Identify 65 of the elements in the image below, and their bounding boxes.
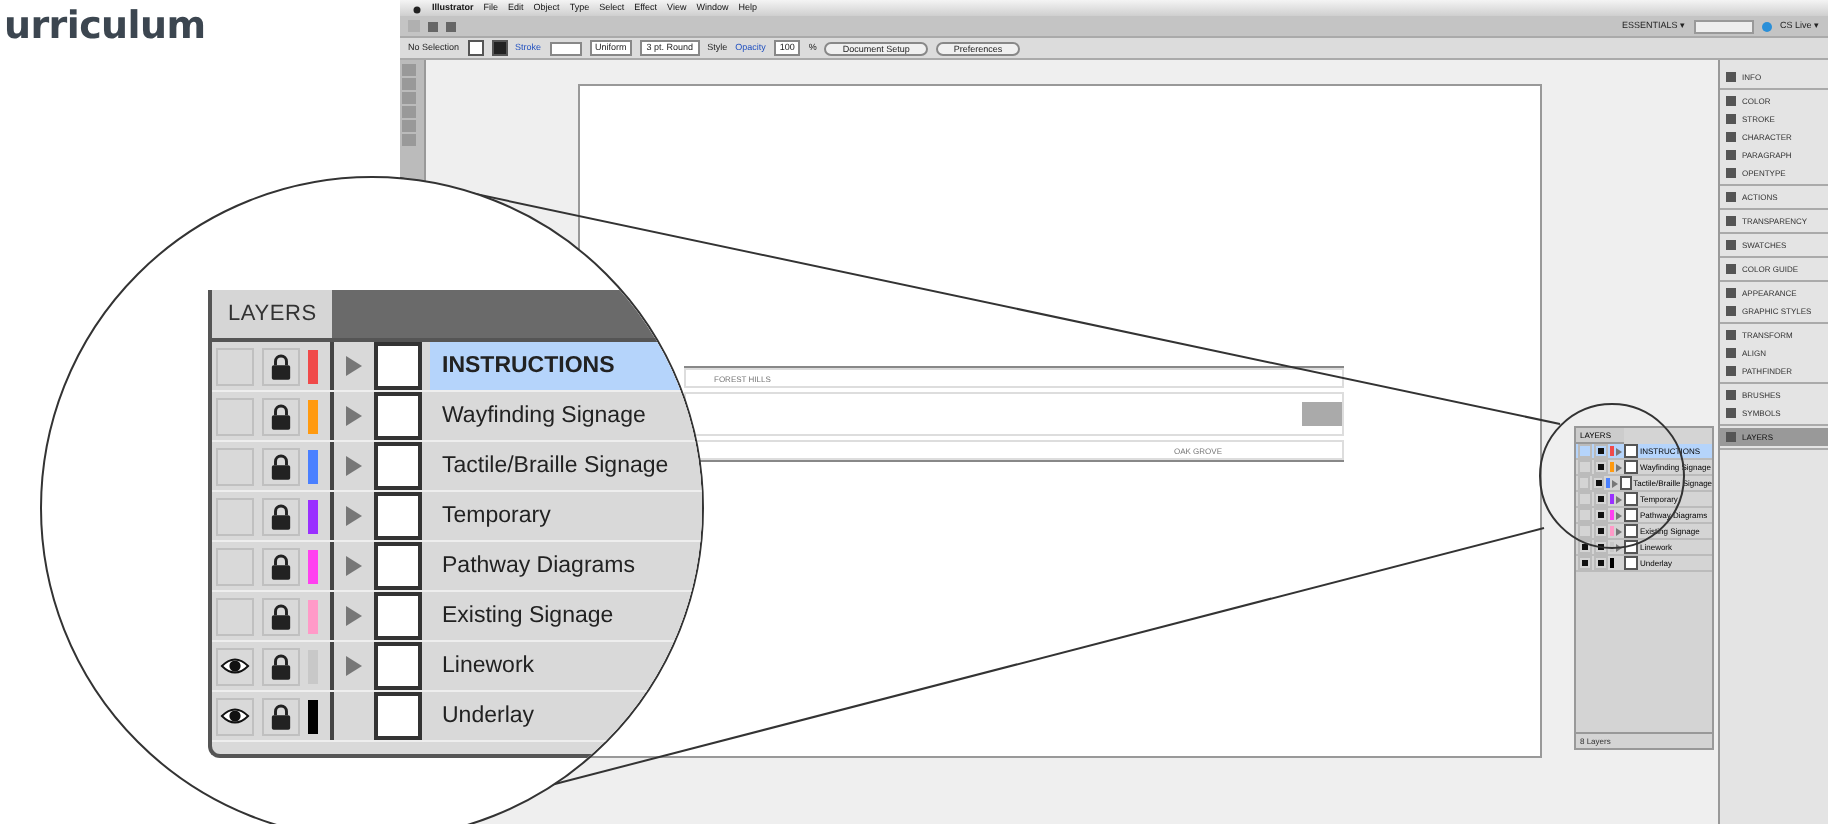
layer-name[interactable]: Pathway Diagrams xyxy=(430,542,644,590)
visibility-toggle[interactable] xyxy=(1578,460,1592,474)
visibility-toggle[interactable] xyxy=(1578,508,1592,522)
lock-toggle[interactable] xyxy=(1594,556,1608,570)
layer-thumbnail xyxy=(374,692,422,740)
lock-toggle[interactable] xyxy=(1594,540,1608,554)
visibility-toggle[interactable] xyxy=(216,347,254,385)
slide-heading: urriculum xyxy=(4,4,208,48)
lock-toggle[interactable] xyxy=(1594,444,1608,458)
visibility-toggle[interactable] xyxy=(216,397,254,435)
layer-name[interactable]: Linework xyxy=(430,642,543,690)
lock-toggle[interactable] xyxy=(1594,508,1608,522)
layer-thumbnail xyxy=(374,392,422,440)
layer-name[interactable]: Temporary xyxy=(430,492,559,540)
lock-toggle[interactable] xyxy=(262,497,300,535)
lock-toggle[interactable] xyxy=(1594,460,1608,474)
visibility-toggle[interactable] xyxy=(216,547,254,585)
layer-name[interactable]: INSTRUCTIONS xyxy=(430,342,623,390)
lock-toggle[interactable] xyxy=(262,347,300,385)
search-field[interactable] xyxy=(1693,19,1754,33)
lock-icon xyxy=(270,553,292,579)
visibility-toggle[interactable] xyxy=(1578,444,1592,458)
layer-name[interactable]: Wayfinding Signage xyxy=(430,392,654,440)
layer-name[interactable]: Underlay xyxy=(430,692,543,740)
eye-icon xyxy=(220,706,250,726)
visibility-toggle[interactable] xyxy=(1578,524,1592,538)
lock-icon xyxy=(270,453,292,479)
lock-icon xyxy=(270,503,292,529)
lock-toggle[interactable] xyxy=(262,647,300,685)
layer-thumbnail xyxy=(374,442,422,490)
lock-icon xyxy=(270,353,292,379)
eye-icon xyxy=(220,656,250,676)
fill-swatch[interactable] xyxy=(467,40,484,56)
visibility-toggle[interactable] xyxy=(216,597,254,635)
panel-tab[interactable]: LAYERS xyxy=(212,290,333,338)
lock-toggle[interactable] xyxy=(1594,524,1608,538)
lock-icon xyxy=(270,653,292,679)
layer-thumbnail xyxy=(374,542,422,590)
lock-icon xyxy=(270,403,292,429)
layer-name[interactable]: Tactile/Braille Signage xyxy=(430,442,677,490)
layer-thumbnail xyxy=(374,492,422,540)
visibility-toggle[interactable] xyxy=(216,697,254,735)
lock-toggle[interactable] xyxy=(262,547,300,585)
visibility-toggle[interactable] xyxy=(1578,492,1592,506)
lock-toggle[interactable] xyxy=(262,447,300,485)
lock-icon xyxy=(270,603,292,629)
layer-thumbnail xyxy=(374,592,422,640)
lock-toggle[interactable] xyxy=(262,397,300,435)
lock-toggle[interactable] xyxy=(1592,476,1605,490)
layer-name[interactable]: Existing Signage xyxy=(430,592,622,640)
visibility-toggle[interactable] xyxy=(1578,476,1591,490)
lock-toggle[interactable] xyxy=(262,597,300,635)
visibility-toggle[interactable] xyxy=(216,497,254,535)
lock-toggle[interactable] xyxy=(262,697,300,735)
layer-thumbnail xyxy=(374,342,422,390)
layer-thumbnail xyxy=(374,642,422,690)
lock-toggle[interactable] xyxy=(1594,492,1608,506)
visibility-toggle[interactable] xyxy=(216,447,254,485)
stroke-swatch[interactable] xyxy=(491,40,508,56)
dark-block xyxy=(1302,402,1342,426)
lock-icon xyxy=(270,703,292,729)
stroke-weight-field[interactable] xyxy=(549,41,582,55)
visibility-toggle[interactable] xyxy=(1578,556,1592,570)
visibility-toggle[interactable] xyxy=(1578,540,1592,554)
visibility-toggle[interactable] xyxy=(216,647,254,685)
